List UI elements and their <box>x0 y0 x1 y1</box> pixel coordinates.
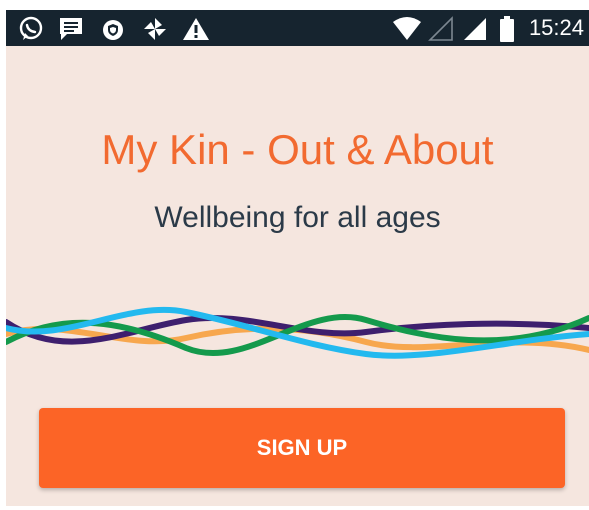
signal-empty-icon <box>428 16 454 42</box>
sign-up-button[interactable]: SIGN UP <box>39 408 565 488</box>
message-icon <box>58 16 84 42</box>
shield-icon <box>102 19 124 41</box>
whatsapp-icon <box>18 16 44 42</box>
app-subtitle: Wellbeing for all ages <box>154 201 441 234</box>
status-time: 15:24 <box>528 15 584 40</box>
signal-full-icon <box>462 16 488 42</box>
battery-icon <box>499 15 515 43</box>
decorative-waves <box>6 306 589 359</box>
status-bar: 15:24 <box>6 10 589 46</box>
warning-icon <box>182 16 210 42</box>
wifi-icon <box>392 16 422 42</box>
app-title: My Kin - Out & About <box>101 126 494 173</box>
pinwheel-icon <box>142 16 168 42</box>
app-screen: 15:24 My Kin - Out & About Wellbeing for… <box>6 10 589 506</box>
